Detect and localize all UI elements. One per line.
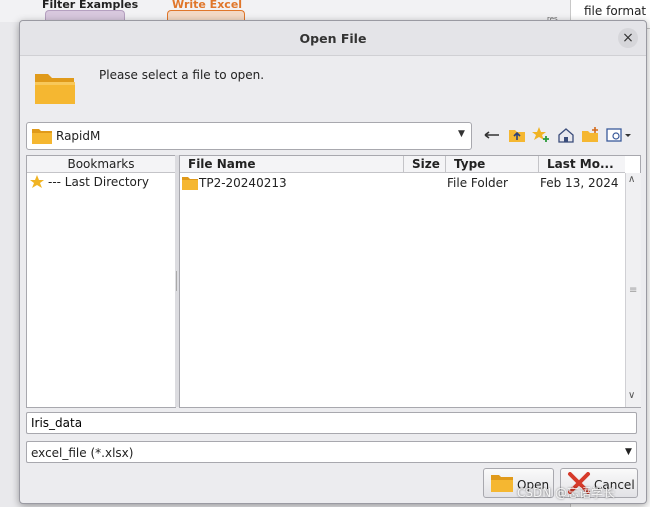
file-type-select[interactable]: excel_file (*.xlsx) ▼ xyxy=(26,441,637,463)
column-header-size[interactable]: Size xyxy=(404,156,446,173)
dialog-titlebar: Open File × xyxy=(20,21,646,56)
folder-large-icon xyxy=(34,69,76,110)
file-type-cell: File Folder xyxy=(447,176,508,190)
look-in-value: RapidM xyxy=(56,129,101,143)
look-in-combobox[interactable]: RapidM ▼ xyxy=(26,122,472,150)
column-header-modified[interactable]: Last Mo... xyxy=(539,156,625,173)
column-header-name[interactable]: File Name xyxy=(180,156,404,173)
file-modified-cell: Feb 13, 2024 xyxy=(540,176,619,190)
vertical-scrollbar[interactable]: ∧ ≡ ∨ xyxy=(625,173,641,407)
scroll-down-icon[interactable]: ∨ xyxy=(628,390,635,401)
chevron-down-icon[interactable]: ▼ xyxy=(458,129,465,139)
file-name-cell: TP2-20240213 xyxy=(199,176,287,190)
close-button[interactable]: × xyxy=(618,28,638,48)
folder-open-icon xyxy=(490,472,514,497)
column-header-type[interactable]: Type xyxy=(446,156,539,173)
star-icon xyxy=(29,174,45,193)
watermark: CSDN @忘语学长 xyxy=(517,486,616,500)
up-folder-icon[interactable] xyxy=(508,126,526,144)
bookmark-label: --- Last Directory xyxy=(48,175,149,189)
dialog-title: Open File xyxy=(299,31,367,46)
bookmarks-panel: Bookmarks --- Last Directory xyxy=(26,155,176,408)
chevron-down-icon[interactable]: ▼ xyxy=(625,447,632,457)
new-folder-icon[interactable] xyxy=(581,126,599,144)
open-file-dialog: Open File × Please select a file to open… xyxy=(19,20,647,504)
background-operator-label-write: Write Excel xyxy=(172,0,243,11)
home-icon[interactable] xyxy=(557,126,575,144)
folder-icon xyxy=(182,176,198,193)
file-table: File Name Size Type Last Mo... TP2-20240… xyxy=(179,155,641,408)
add-bookmark-icon[interactable] xyxy=(532,126,550,144)
scroll-up-icon[interactable]: ∧ xyxy=(628,174,635,185)
dialog-message: Please select a file to open. xyxy=(99,68,265,82)
file-name-input[interactable] xyxy=(26,412,637,434)
background-operator-label-filter: Filter Examples xyxy=(42,0,139,11)
file-type-value: excel_file (*.xlsx) xyxy=(31,446,134,460)
table-row[interactable]: TP2-20240213 File Folder Feb 13, 2024 xyxy=(180,174,625,192)
bookmarks-header: Bookmarks xyxy=(27,156,175,173)
folder-icon xyxy=(32,128,52,147)
background-panel-text: file format xyxy=(584,4,647,18)
view-menu-icon[interactable] xyxy=(606,126,634,144)
back-arrow-icon[interactable] xyxy=(483,126,501,144)
scroll-grip-icon[interactable]: ≡ xyxy=(629,285,637,296)
